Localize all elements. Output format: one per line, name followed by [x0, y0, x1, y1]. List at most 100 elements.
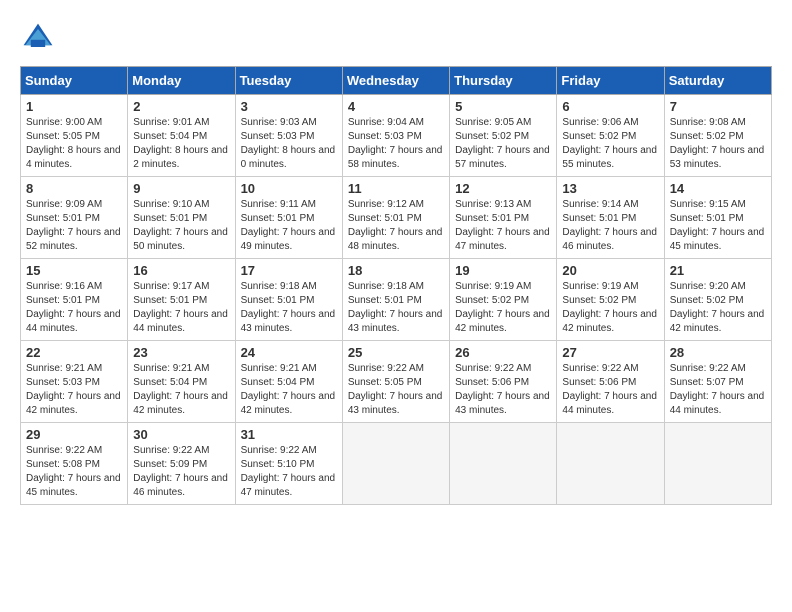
- day-info: Sunrise: 9:22 AMSunset: 5:06 PMDaylight:…: [455, 362, 551, 418]
- day-info: Sunrise: 9:01 AMSunset: 5:04 PMDaylight:…: [133, 116, 229, 172]
- day-info: Sunrise: 9:18 AMSunset: 5:01 PMDaylight:…: [348, 280, 444, 336]
- day-cell: 27 Sunrise: 9:22 AMSunset: 5:06 PMDaylig…: [557, 341, 664, 423]
- day-info: Sunrise: 9:22 AMSunset: 5:07 PMDaylight:…: [670, 362, 766, 418]
- day-info: Sunrise: 9:18 AMSunset: 5:01 PMDaylight:…: [241, 280, 337, 336]
- day-number: 20: [562, 263, 658, 278]
- day-cell: 18 Sunrise: 9:18 AMSunset: 5:01 PMDaylig…: [342, 259, 449, 341]
- day-cell: 21 Sunrise: 9:20 AMSunset: 5:02 PMDaylig…: [664, 259, 771, 341]
- day-info: Sunrise: 9:15 AMSunset: 5:01 PMDaylight:…: [670, 198, 766, 254]
- day-cell: 4 Sunrise: 9:04 AMSunset: 5:03 PMDayligh…: [342, 95, 449, 177]
- day-number: 1: [26, 99, 122, 114]
- day-number: 2: [133, 99, 229, 114]
- day-number: 29: [26, 427, 122, 442]
- day-cell: 15 Sunrise: 9:16 AMSunset: 5:01 PMDaylig…: [21, 259, 128, 341]
- day-number: 17: [241, 263, 337, 278]
- day-info: Sunrise: 9:12 AMSunset: 5:01 PMDaylight:…: [348, 198, 444, 254]
- day-info: Sunrise: 9:21 AMSunset: 5:03 PMDaylight:…: [26, 362, 122, 418]
- day-number: 3: [241, 99, 337, 114]
- day-cell: [450, 423, 557, 505]
- week-row-4: 22 Sunrise: 9:21 AMSunset: 5:03 PMDaylig…: [21, 341, 772, 423]
- day-number: 14: [670, 181, 766, 196]
- day-info: Sunrise: 9:09 AMSunset: 5:01 PMDaylight:…: [26, 198, 122, 254]
- day-number: 4: [348, 99, 444, 114]
- day-cell: 29 Sunrise: 9:22 AMSunset: 5:08 PMDaylig…: [21, 423, 128, 505]
- day-cell: 1 Sunrise: 9:00 AMSunset: 5:05 PMDayligh…: [21, 95, 128, 177]
- day-number: 5: [455, 99, 551, 114]
- day-info: Sunrise: 9:05 AMSunset: 5:02 PMDaylight:…: [455, 116, 551, 172]
- logo-icon: [20, 20, 56, 56]
- day-info: Sunrise: 9:16 AMSunset: 5:01 PMDaylight:…: [26, 280, 122, 336]
- day-number: 18: [348, 263, 444, 278]
- day-number: 8: [26, 181, 122, 196]
- day-number: 11: [348, 181, 444, 196]
- day-number: 9: [133, 181, 229, 196]
- day-info: Sunrise: 9:13 AMSunset: 5:01 PMDaylight:…: [455, 198, 551, 254]
- day-info: Sunrise: 9:04 AMSunset: 5:03 PMDaylight:…: [348, 116, 444, 172]
- col-header-monday: Monday: [128, 67, 235, 95]
- day-info: Sunrise: 9:08 AMSunset: 5:02 PMDaylight:…: [670, 116, 766, 172]
- day-cell: 3 Sunrise: 9:03 AMSunset: 5:03 PMDayligh…: [235, 95, 342, 177]
- day-cell: 23 Sunrise: 9:21 AMSunset: 5:04 PMDaylig…: [128, 341, 235, 423]
- day-cell: 26 Sunrise: 9:22 AMSunset: 5:06 PMDaylig…: [450, 341, 557, 423]
- day-cell: 31 Sunrise: 9:22 AMSunset: 5:10 PMDaylig…: [235, 423, 342, 505]
- day-number: 13: [562, 181, 658, 196]
- day-info: Sunrise: 9:10 AMSunset: 5:01 PMDaylight:…: [133, 198, 229, 254]
- day-cell: 8 Sunrise: 9:09 AMSunset: 5:01 PMDayligh…: [21, 177, 128, 259]
- day-cell: 20 Sunrise: 9:19 AMSunset: 5:02 PMDaylig…: [557, 259, 664, 341]
- day-info: Sunrise: 9:20 AMSunset: 5:02 PMDaylight:…: [670, 280, 766, 336]
- day-cell: 5 Sunrise: 9:05 AMSunset: 5:02 PMDayligh…: [450, 95, 557, 177]
- day-info: Sunrise: 9:17 AMSunset: 5:01 PMDaylight:…: [133, 280, 229, 336]
- day-info: Sunrise: 9:00 AMSunset: 5:05 PMDaylight:…: [26, 116, 122, 172]
- week-row-5: 29 Sunrise: 9:22 AMSunset: 5:08 PMDaylig…: [21, 423, 772, 505]
- day-number: 6: [562, 99, 658, 114]
- week-row-2: 8 Sunrise: 9:09 AMSunset: 5:01 PMDayligh…: [21, 177, 772, 259]
- day-info: Sunrise: 9:14 AMSunset: 5:01 PMDaylight:…: [562, 198, 658, 254]
- week-row-3: 15 Sunrise: 9:16 AMSunset: 5:01 PMDaylig…: [21, 259, 772, 341]
- day-cell: 28 Sunrise: 9:22 AMSunset: 5:07 PMDaylig…: [664, 341, 771, 423]
- day-cell: 10 Sunrise: 9:11 AMSunset: 5:01 PMDaylig…: [235, 177, 342, 259]
- day-cell: [342, 423, 449, 505]
- day-cell: 14 Sunrise: 9:15 AMSunset: 5:01 PMDaylig…: [664, 177, 771, 259]
- day-info: Sunrise: 9:22 AMSunset: 5:10 PMDaylight:…: [241, 444, 337, 500]
- col-header-wednesday: Wednesday: [342, 67, 449, 95]
- day-info: Sunrise: 9:19 AMSunset: 5:02 PMDaylight:…: [562, 280, 658, 336]
- day-number: 12: [455, 181, 551, 196]
- day-cell: 19 Sunrise: 9:19 AMSunset: 5:02 PMDaylig…: [450, 259, 557, 341]
- col-header-sunday: Sunday: [21, 67, 128, 95]
- day-cell: 9 Sunrise: 9:10 AMSunset: 5:01 PMDayligh…: [128, 177, 235, 259]
- day-cell: [557, 423, 664, 505]
- day-cell: 17 Sunrise: 9:18 AMSunset: 5:01 PMDaylig…: [235, 259, 342, 341]
- day-number: 22: [26, 345, 122, 360]
- day-cell: 2 Sunrise: 9:01 AMSunset: 5:04 PMDayligh…: [128, 95, 235, 177]
- day-info: Sunrise: 9:03 AMSunset: 5:03 PMDaylight:…: [241, 116, 337, 172]
- day-cell: 7 Sunrise: 9:08 AMSunset: 5:02 PMDayligh…: [664, 95, 771, 177]
- day-info: Sunrise: 9:22 AMSunset: 5:09 PMDaylight:…: [133, 444, 229, 500]
- col-header-friday: Friday: [557, 67, 664, 95]
- day-number: 31: [241, 427, 337, 442]
- day-number: 7: [670, 99, 766, 114]
- week-row-1: 1 Sunrise: 9:00 AMSunset: 5:05 PMDayligh…: [21, 95, 772, 177]
- logo: [20, 20, 62, 56]
- day-number: 27: [562, 345, 658, 360]
- header-row: SundayMondayTuesdayWednesdayThursdayFrid…: [21, 67, 772, 95]
- day-number: 30: [133, 427, 229, 442]
- day-number: 15: [26, 263, 122, 278]
- col-header-tuesday: Tuesday: [235, 67, 342, 95]
- day-cell: 6 Sunrise: 9:06 AMSunset: 5:02 PMDayligh…: [557, 95, 664, 177]
- day-info: Sunrise: 9:22 AMSunset: 5:06 PMDaylight:…: [562, 362, 658, 418]
- calendar-table: SundayMondayTuesdayWednesdayThursdayFrid…: [20, 66, 772, 505]
- day-cell: 13 Sunrise: 9:14 AMSunset: 5:01 PMDaylig…: [557, 177, 664, 259]
- day-number: 10: [241, 181, 337, 196]
- day-info: Sunrise: 9:21 AMSunset: 5:04 PMDaylight:…: [241, 362, 337, 418]
- day-number: 21: [670, 263, 766, 278]
- day-info: Sunrise: 9:22 AMSunset: 5:05 PMDaylight:…: [348, 362, 444, 418]
- day-cell: 11 Sunrise: 9:12 AMSunset: 5:01 PMDaylig…: [342, 177, 449, 259]
- day-cell: 22 Sunrise: 9:21 AMSunset: 5:03 PMDaylig…: [21, 341, 128, 423]
- day-number: 23: [133, 345, 229, 360]
- page-header: [20, 20, 772, 56]
- day-number: 28: [670, 345, 766, 360]
- day-cell: 30 Sunrise: 9:22 AMSunset: 5:09 PMDaylig…: [128, 423, 235, 505]
- day-number: 26: [455, 345, 551, 360]
- day-number: 24: [241, 345, 337, 360]
- day-info: Sunrise: 9:11 AMSunset: 5:01 PMDaylight:…: [241, 198, 337, 254]
